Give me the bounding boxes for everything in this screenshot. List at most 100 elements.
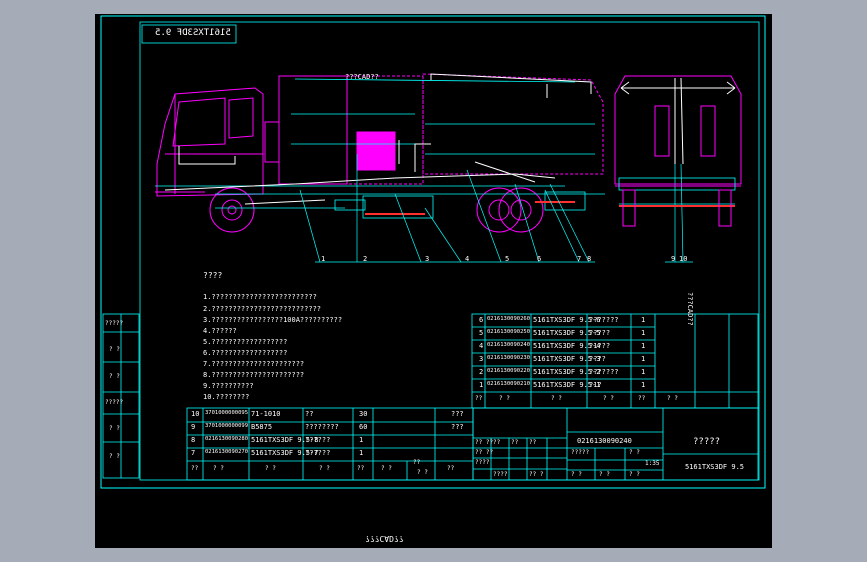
bom-upper-header-name: ? ?: [551, 395, 562, 402]
bom-upper-code: 0216130090210: [487, 381, 531, 387]
tb-cell-10: ? ?: [571, 471, 582, 478]
callout-9: 9: [671, 255, 676, 263]
bom-upper-code: 0216130090260: [487, 316, 531, 322]
bom-upper-qty: 1: [641, 368, 646, 376]
note-8: 8.??????????????????????: [203, 371, 305, 379]
bom-lower-name: 71-1010: [251, 410, 281, 418]
tb-cell-5: ??: [511, 439, 519, 446]
bom-lower-qty: 30: [359, 410, 368, 418]
note-3: 3.?????????????????100A??????????: [203, 316, 343, 324]
tb-cell-3: ????: [475, 459, 490, 466]
bom-lower-desc: ????????: [305, 423, 339, 431]
truck-rear-view: [614, 75, 742, 227]
tb-cell-13: ? ?: [629, 449, 640, 456]
bottom-label: ???CAD??: [365, 534, 404, 543]
note-9: 9.??????????: [203, 382, 254, 390]
notes-heading: ????: [203, 271, 223, 280]
bom-upper-header-desc: ? ?: [603, 395, 614, 402]
margin-label-1: ?????: [105, 320, 124, 327]
mirrored-title: 5161TXS3DF 9.5: [155, 28, 231, 38]
tb-cell-8: ?? ?: [529, 471, 544, 478]
side-label: ???CAD??: [686, 292, 694, 326]
outer-frame: [100, 15, 766, 489]
bom-lower-name: B5875: [251, 423, 273, 431]
bom-table-lower: [186, 407, 474, 481]
callout-5: 5: [505, 255, 510, 263]
tb-cell-1: ?? ??: [475, 439, 494, 446]
bom-upper-desc: ???????: [589, 368, 619, 376]
tb-cell-7: ????: [493, 471, 508, 478]
truck-side-view: [155, 73, 693, 263]
tb-cell-2: ?? ??: [475, 449, 494, 456]
bom-lower-header-qty: ??: [357, 465, 365, 472]
bom-lower-note: ???: [451, 410, 464, 418]
tb-cell-6: ??: [529, 439, 537, 446]
bom-lower-desc: ??????: [305, 436, 331, 444]
bom-lower-code: 0216130090280: [205, 436, 249, 442]
callout-2: 2: [363, 255, 368, 263]
note-5: 5.??????????????????: [203, 338, 288, 346]
bom-lower-header-no: ??: [191, 465, 199, 472]
bom-upper-desc: ?1?: [589, 381, 602, 389]
callout-7: 7: [577, 255, 582, 263]
bom-lower-qty: 1: [359, 436, 364, 444]
bom-lower-note: ???: [451, 423, 464, 431]
tb-cell-4: ??: [493, 439, 501, 446]
bom-upper-desc: ?????: [589, 329, 611, 337]
bom-upper-no: 2: [479, 368, 484, 376]
note-7: 7.??????????????????????: [203, 360, 305, 368]
bom-lower-header-desc: ? ?: [319, 465, 330, 472]
margin-label-5: ? ?: [109, 425, 120, 432]
bom-lower-header-mat: ? ?: [381, 465, 392, 472]
drawing-sheet: 5161TXS3DF 9.5 ???CAD?? ???CAD?? ???CAD?…: [95, 14, 772, 548]
callout-8: 8: [587, 255, 592, 263]
note-2: 2.??????????????????????????: [203, 305, 322, 313]
margin-label-6: ? ?: [109, 453, 120, 460]
bom-upper-qty: 1: [641, 381, 646, 389]
bom-upper-desc: ???????: [589, 316, 619, 324]
callout-1: 1: [321, 255, 326, 263]
bom-lower-header-name: ? ?: [265, 465, 276, 472]
callout-3: 3: [425, 255, 430, 263]
bom-lower-header-code: ? ?: [213, 465, 224, 472]
bom-upper-desc: ????: [589, 355, 606, 363]
bom-upper-header-mat: ? ?: [667, 395, 678, 402]
bom-lower-no: 10: [191, 410, 200, 418]
bom-upper-header-qty: ??: [638, 395, 646, 402]
bom-upper-qty: 1: [641, 355, 646, 363]
tb-cell-12: ? ?: [629, 471, 640, 478]
callout-4: 4: [465, 255, 470, 263]
bom-upper-header-code: ? ?: [499, 395, 510, 402]
tb-cell-11: ? ?: [599, 471, 610, 478]
bom-upper-no: 3: [479, 355, 484, 363]
note-1: 1.?????????????????????????: [203, 293, 317, 301]
bom-lower-no: 8: [191, 436, 196, 444]
note-4: 4.??????: [203, 327, 237, 335]
bom-lower-code: 0216130090270: [205, 449, 249, 455]
tank-label: ???CAD??: [345, 73, 379, 81]
bom-upper-desc: ?1???: [589, 342, 611, 350]
bom-lower-qty: 60: [359, 423, 368, 431]
bom-lower-no: 9: [191, 423, 196, 431]
bom-upper-code: 0216130090220: [487, 368, 531, 374]
drawing-model: 5161TXS3DF 9.5: [685, 463, 745, 471]
margin-label-2: ? ?: [109, 346, 120, 353]
bom-lower-desc: ??: [305, 410, 314, 418]
bom-upper-code: 0216130090250: [487, 329, 531, 335]
bom-lower-no: 7: [191, 449, 196, 457]
bom-lower-header-note: ??: [447, 465, 455, 472]
callout-6: 6: [537, 255, 542, 263]
bom-upper-no: 1: [479, 381, 484, 389]
bom-upper-qty: 1: [641, 329, 646, 337]
note-6: 6.??????????????????: [203, 349, 288, 357]
callout-10: 10: [679, 255, 688, 263]
note-10: 10.????????: [203, 393, 250, 401]
bom-lower-qty: 1: [359, 449, 364, 457]
bom-upper-header-no: ??: [475, 395, 483, 402]
bom-upper-no: 4: [479, 342, 484, 350]
bom-lower-desc: ??????: [305, 449, 331, 457]
sweeper-brush-unit: [365, 201, 575, 215]
bom-lower-code: 3701000000095: [205, 410, 249, 416]
bom-lower-code: 3701000000099: [205, 423, 249, 429]
truck-cab: [155, 75, 348, 233]
